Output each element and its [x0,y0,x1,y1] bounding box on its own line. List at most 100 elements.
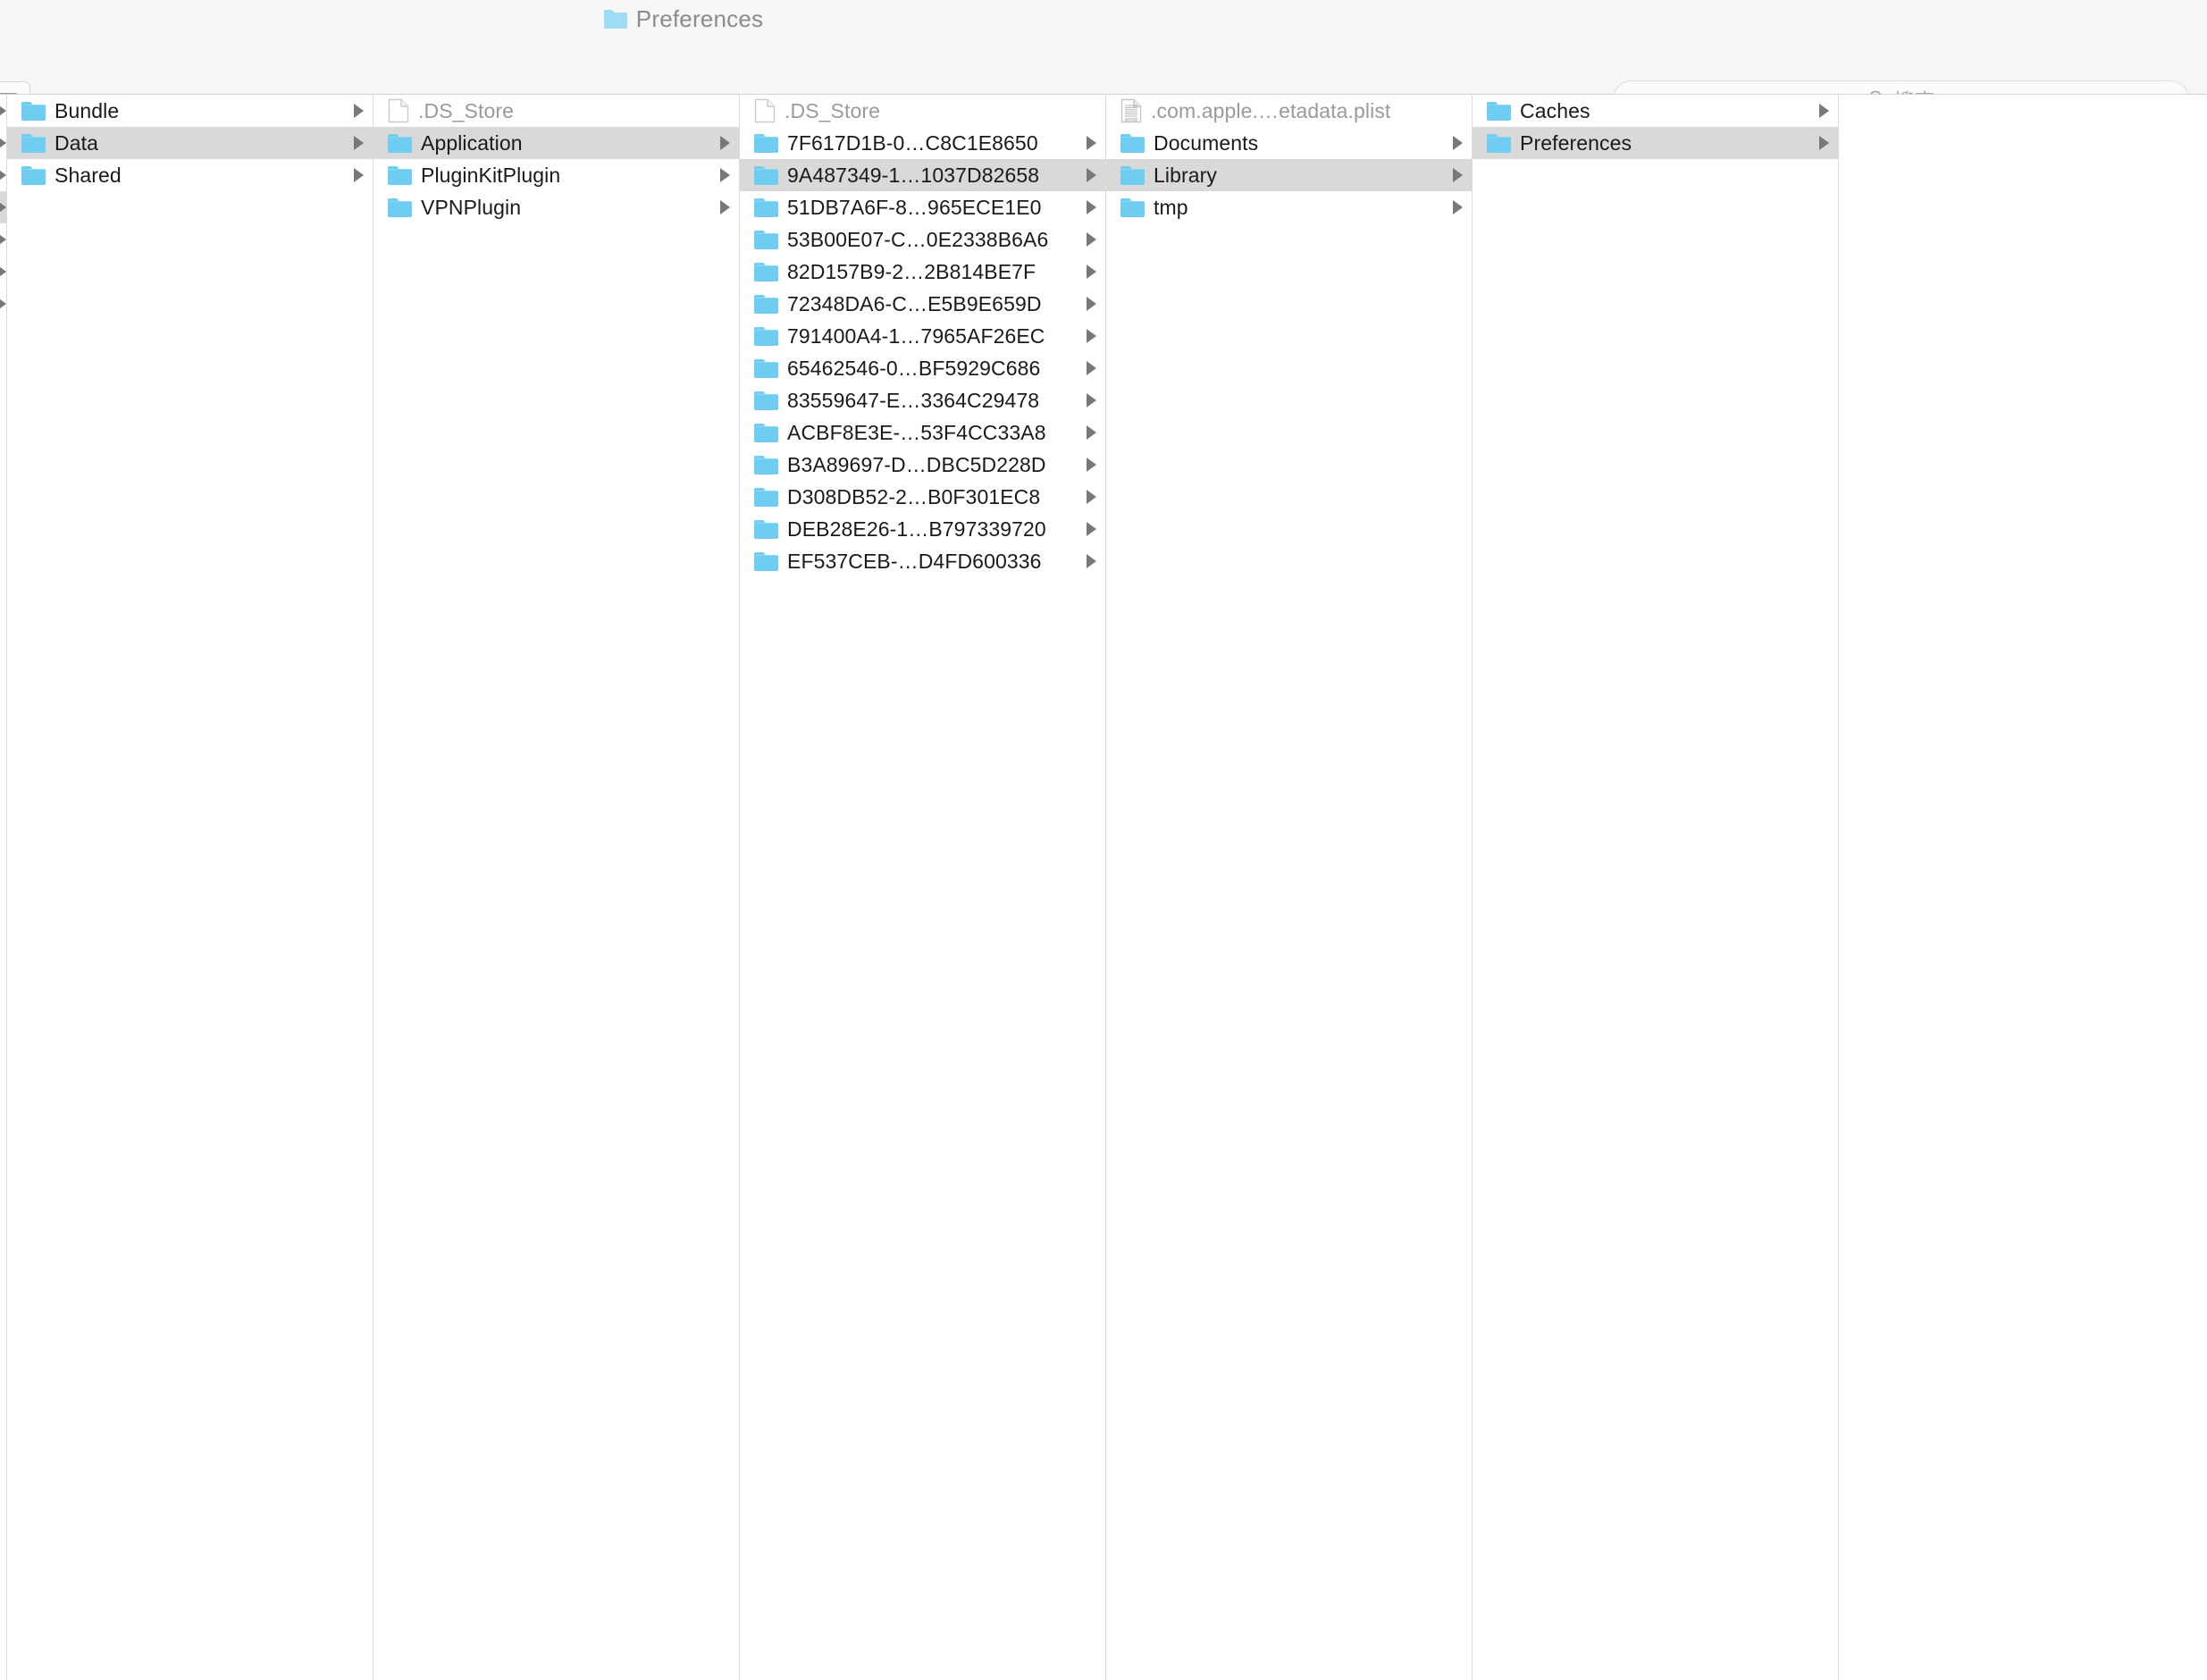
column-4[interactable]: PLIST .com.apple.…etadata.plist Documents L… [1106,95,1473,1680]
list-item-label: .com.apple.…etadata.plist [1151,98,1391,122]
list-item[interactable]: Library [1106,159,1472,191]
column-1[interactable]: Bundle Data Shared [7,95,373,1680]
window-title-group: Preferences [603,5,764,33]
chevron-right-icon[interactable] [354,104,364,118]
list-item[interactable]: Documents [1106,127,1472,159]
list-item-label: 791400A4-1…7965AF26EC [787,323,1045,348]
chevron-right-icon[interactable] [1087,200,1096,214]
list-item[interactable] [0,223,6,256]
list-item-label: ACBF8E3E-…53F4CC33A8 [787,420,1046,444]
list-item[interactable]: 83559647-E…3364C29478 [740,384,1105,416]
folder-icon [754,262,778,281]
list-item[interactable]: 65462546-0…BF5929C686 [740,352,1105,384]
list-item-label: Application [421,130,523,155]
list-item[interactable] [0,256,6,288]
folder-icon [388,165,412,185]
chevron-right-icon[interactable] [0,104,6,118]
list-item[interactable]: PLIST .com.apple.…etadata.plist [1106,95,1472,127]
chevron-right-icon[interactable] [1087,297,1096,311]
chevron-right-icon[interactable] [354,136,364,150]
chevron-right-icon[interactable] [1087,265,1096,279]
list-item[interactable]: Preferences [1473,127,1838,159]
column-preview[interactable] [1839,95,2207,1680]
list-item[interactable]: 72348DA6-C…E5B9E659D [740,288,1105,320]
chevron-right-icon[interactable] [1087,554,1096,568]
column-3[interactable]: .DS_Store 7F617D1B-0…C8C1E8650 9A487349-1…… [740,95,1106,1680]
list-item-label: .DS_Store [785,98,881,122]
page-title: Preferences [635,5,764,32]
list-item-label: Documents [1154,130,1259,155]
list-item-label: 65462546-0…BF5929C686 [787,356,1041,380]
chevron-right-icon[interactable] [0,136,6,150]
list-item-label: Caches [1520,98,1590,122]
chevron-right-icon[interactable] [1087,329,1096,343]
list-item[interactable]: 82D157B9-2…2B814BE7F [740,256,1105,288]
chevron-right-icon[interactable] [0,200,6,214]
list-item[interactable] [0,159,6,191]
list-item[interactable]: .DS_Store [373,95,739,127]
chevron-right-icon[interactable] [0,265,6,279]
document-icon [754,98,776,123]
list-item[interactable] [0,127,6,159]
list-item[interactable] [0,191,6,223]
chevron-right-icon[interactable] [0,297,6,311]
folder-icon [21,165,46,185]
list-item[interactable]: ACBF8E3E-…53F4CC33A8 [740,416,1105,449]
chevron-right-icon[interactable] [1087,393,1096,407]
list-item[interactable]: DEB28E26-1…B797339720 [740,513,1105,545]
chevron-right-icon[interactable] [1453,168,1463,182]
chevron-right-icon[interactable] [1087,136,1096,150]
chevron-right-icon[interactable] [1453,200,1463,214]
folder-icon [1120,133,1145,153]
list-item[interactable]: 53B00E07-C…0E2338B6A6 [740,223,1105,256]
chevron-right-icon[interactable] [1819,104,1829,118]
list-item[interactable]: D308DB52-2…B0F301EC8 [740,481,1105,513]
column-browser: Bundle Data Shared .DS_Store Application Plu… [0,94,2207,1680]
toolbar: 搜索 [0,38,2207,118]
list-item[interactable]: 51DB7A6F-8…965ECE1E0 [740,191,1105,223]
list-item[interactable]: B3A89697-D…DBC5D228D [740,449,1105,481]
chevron-right-icon[interactable] [1087,522,1096,536]
chevron-right-icon[interactable] [0,168,6,182]
list-item[interactable]: Application [373,127,739,159]
list-item[interactable]: PluginKitPlugin [373,159,739,191]
list-item[interactable]: EF537CEB-…D4FD600336 [740,545,1105,577]
chevron-right-icon[interactable] [0,232,6,247]
list-item-label: Bundle [55,98,120,122]
folder-icon [21,133,46,153]
chevron-right-icon[interactable] [354,168,364,182]
chevron-right-icon[interactable] [1819,136,1829,150]
chevron-right-icon[interactable] [1087,458,1096,472]
list-item[interactable]: tmp [1106,191,1472,223]
chevron-right-icon[interactable] [1453,136,1463,150]
folder-icon [754,519,778,539]
list-item[interactable]: Caches [1473,95,1838,127]
list-item[interactable]: VPNPlugin [373,191,739,223]
list-item[interactable]: Data [7,127,373,159]
chevron-right-icon[interactable] [1087,425,1096,440]
list-item-label: Shared [55,163,122,187]
list-item[interactable]: .DS_Store [740,95,1105,127]
list-item-label: VPNPlugin [421,195,522,219]
list-item[interactable]: 9A487349-1…1037D82658 [740,159,1105,191]
chevron-right-icon[interactable] [720,136,730,150]
chevron-right-icon[interactable] [720,200,730,214]
chevron-right-icon[interactable] [1087,232,1096,247]
list-item[interactable]: Shared [7,159,373,191]
column-2[interactable]: .DS_Store Application PluginKitPlugin VPNPl… [373,95,740,1680]
list-item[interactable] [0,288,6,320]
chevron-right-icon[interactable] [1087,361,1096,375]
list-item[interactable]: Bundle [7,95,373,127]
list-item[interactable]: 7F617D1B-0…C8C1E8650 [740,127,1105,159]
chevron-right-icon[interactable] [720,168,730,182]
list-item[interactable]: 791400A4-1…7965AF26EC [740,320,1105,352]
list-item[interactable] [0,95,6,127]
column-sliver[interactable] [0,95,7,1680]
column-5[interactable]: Caches Preferences [1473,95,1839,1680]
folder-icon [754,165,778,185]
chevron-right-icon[interactable] [1087,490,1096,504]
list-item-label: Library [1154,163,1218,187]
document-icon [388,98,409,123]
chevron-right-icon[interactable] [1087,168,1096,182]
folder-icon [1120,165,1145,185]
